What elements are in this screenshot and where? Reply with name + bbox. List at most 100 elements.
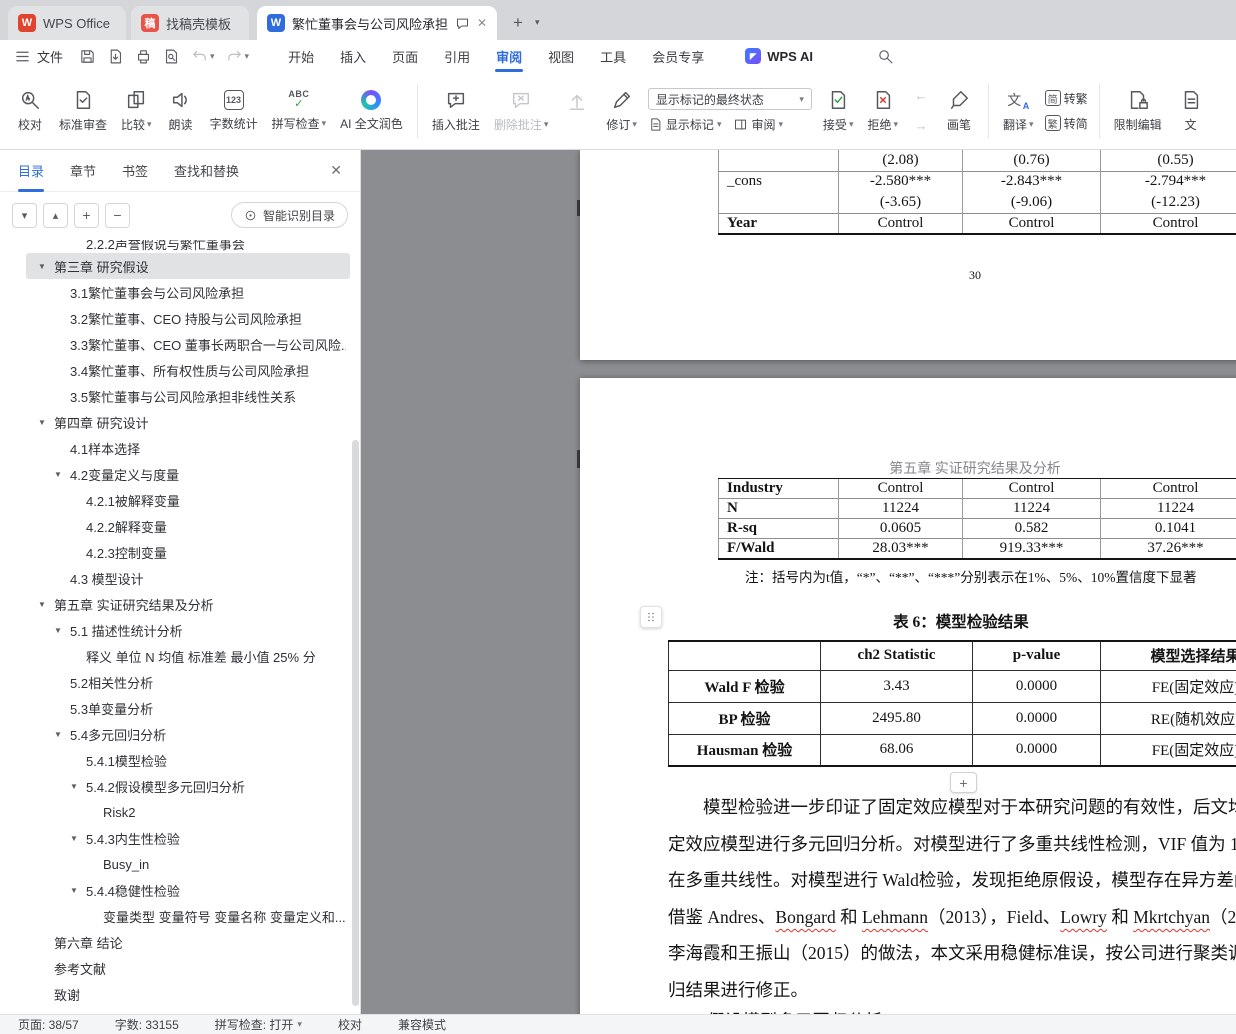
track-changes-button[interactable]: 修订 ▾ [599,78,644,144]
toc-expand-arrow-icon[interactable]: ▼ [38,418,54,427]
model-test-table[interactable]: ch2 Statistic p-value 模型选择结果 Wald F 检验 3.43… [668,640,1236,767]
toc-item[interactable]: 变量类型 变量符号 变量名称 变量定义和... [26,903,350,929]
redo-icon[interactable] [226,48,243,65]
sidebar-scrollbar-thumb[interactable] [352,440,359,1006]
toc-expand-arrow-icon[interactable]: ▼ [70,782,86,791]
toc-expand-arrow-icon[interactable]: ▼ [54,626,70,635]
toc-item[interactable]: 参考文献 [26,955,350,981]
menu-item-开始[interactable]: 开始 [275,40,327,72]
undo-chevron-icon[interactable]: ▾ [210,51,215,61]
regression-table-continued[interactable]: Industry Control Control Control N 11224 11224… [718,478,1236,560]
toc-item[interactable]: ▼ 第五章 实证研究结果及分析 [26,591,350,617]
tab-template-site[interactable]: 稿 找稿壳模板 [131,6,249,40]
toc-item[interactable]: Busy_in [26,851,350,877]
toc-item[interactable]: ▼ 5.4.4稳健性检验 [26,877,350,903]
regression-table-fragment[interactable]: (2.08) (0.76) (0.55) _cons -2.580*** -2.843**… [718,150,1236,235]
toc-expand-arrow-icon[interactable]: ▼ [70,834,86,843]
toc-item[interactable]: 5.3单变量分析 [26,695,350,721]
menu-item-审阅[interactable]: 审阅 [483,40,535,72]
table-drag-handle[interactable] [640,606,662,628]
previous-comment-button[interactable] [555,78,599,144]
toc-item[interactable]: 3.5繁忙董事与公司风险承担非线性关系 [26,383,350,409]
toc-expand-arrow-icon[interactable]: ▼ [54,730,70,739]
compare-button[interactable]: 比较 ▾ [114,78,159,144]
word-count-indicator[interactable]: 字数: 33155 [115,1016,179,1033]
zoom-in-button[interactable]: + [74,202,99,228]
undo-icon[interactable] [191,48,208,65]
zoom-out-button[interactable]: − [105,202,130,228]
smart-toc-button[interactable]: 智能识别目录 [230,202,348,228]
toc-item[interactable]: 释义 单位 N 均值 标准差 最小值 25% 分 [26,643,350,669]
spell-check-button[interactable]: ABC ✓ 拼写检查 ▾ [265,78,334,144]
print-icon[interactable] [135,48,152,65]
toc-item[interactable]: ▼ 5.4多元回归分析 [26,721,350,747]
sidebar-tab-查找和替换[interactable]: 查找和替换 [174,150,239,192]
menu-item-页面[interactable]: 页面 [379,40,431,72]
spell-check-status[interactable]: 拼写检查: 打开 ▾ [215,1016,302,1033]
comment-bubble-icon[interactable] [455,16,470,31]
standard-review-button[interactable]: 标准审查 [52,78,114,144]
file-menu-button[interactable]: 文件 [14,47,63,66]
toc-expand-arrow-icon[interactable]: ▼ [70,886,86,895]
proofread-button[interactable]: 校对 [8,78,52,144]
proofread-status[interactable]: 校对 [338,1016,362,1033]
toc-item[interactable]: 第六章 结论 [26,929,350,955]
toc-item[interactable]: ▼ 4.2变量定义与度量 [26,461,350,487]
toc-item[interactable]: 4.1样本选择 [26,435,350,461]
translate-button[interactable]: 文A 翻译 ▾ [996,78,1041,144]
document-page-30[interactable]: (2.08) (0.76) (0.55) _cons -2.580*** -2.843**… [580,150,1236,360]
page-indicator[interactable]: 页面: 38/57 [18,1016,79,1033]
toc-expand-arrow-icon[interactable]: ▼ [54,470,70,479]
tab-list-chevron-icon[interactable]: ▾ [535,17,540,28]
traditional-to-simplified-button[interactable]: 繁 转简 [1044,115,1088,132]
toc-item[interactable]: ▼ 第三章 研究假设 [26,253,350,279]
redo-chevron-icon[interactable]: ▾ [245,51,250,61]
search-icon[interactable] [877,48,894,65]
sidebar-tab-书签[interactable]: 书签 [122,150,148,192]
new-tab-button[interactable]: + [505,10,531,36]
toc-item[interactable]: 致谢 [26,981,350,1007]
delete-comment-button[interactable]: 删除批注 ▾ [487,78,556,144]
save-icon[interactable] [79,48,96,65]
tab-wps-home[interactable]: W WPS Office [8,6,126,40]
ink-brush-button[interactable]: 画笔 [937,78,981,144]
insert-comment-button[interactable]: 插入批注 [425,78,487,144]
expand-all-button[interactable]: ▴ [43,202,68,228]
accept-changes-button[interactable]: 接受 ▾ [816,78,861,144]
previous-change-button[interactable]: ← [909,85,933,107]
compatibility-mode-badge[interactable]: 兼容模式 [398,1016,446,1033]
toc-item[interactable]: 3.1繁忙董事会与公司风险承担 [26,279,350,305]
toc-item[interactable]: 5.2相关性分析 [26,669,350,695]
markup-state-dropdown[interactable]: 显示标记的最终状态 ▾ [647,88,812,110]
export-icon[interactable] [107,48,124,65]
toc-item[interactable]: 4.2.3控制变量 [26,539,350,565]
toc-item[interactable]: ▼ 5.4.3内生性检验 [26,825,350,851]
toc-item[interactable]: Risk2 [26,799,350,825]
read-aloud-button[interactable]: 朗读 [159,78,203,144]
ai-polish-button[interactable]: AI 全文润色 [333,78,410,144]
toc-item[interactable]: 5.4.1模型检验 [26,747,350,773]
toc-item[interactable]: ▼ 第四章 研究设计 [26,409,350,435]
toc-item[interactable]: 2.2.2声誉假说与繁忙董事会 [26,240,350,253]
print-preview-icon[interactable] [163,48,180,65]
clipped-ribbon-button[interactable]: 文 [1169,78,1213,144]
menu-item-视图[interactable]: 视图 [535,40,587,72]
toc-item[interactable]: 4.2.2解释变量 [26,513,350,539]
document-canvas[interactable]: (2.08) (0.76) (0.55) _cons -2.580*** -2.843**… [361,150,1236,1014]
collapse-all-button[interactable]: ▾ [12,202,37,228]
toc-item[interactable]: ▼ 5.1 描述性统计分析 [26,617,350,643]
sidebar-tab-目录[interactable]: 目录 [18,150,44,192]
next-change-button[interactable]: → [909,115,933,137]
toc-expand-arrow-icon[interactable]: ▼ [38,262,54,271]
word-count-button[interactable]: 123 字数统计 [203,78,265,144]
show-markup-button[interactable]: 显示标记 ▾ [648,116,721,133]
menu-item-引用[interactable]: 引用 [431,40,483,72]
sidebar-tab-章节[interactable]: 章节 [70,150,96,192]
restrict-editing-button[interactable]: 限制编辑 [1107,78,1169,144]
toc-item[interactable]: 4.3 模型设计 [26,565,350,591]
document-page-31[interactable]: 第五章 实证研究结果及分析 Industry Control Control Cont… [580,378,1236,1014]
close-sidebar-icon[interactable]: ✕ [330,162,342,179]
tab-document[interactable]: W 繁忙董事会与公司风险承担 硕 ✕ [257,6,497,40]
menu-item-工具[interactable]: 工具 [587,40,639,72]
simplified-to-traditional-button[interactable]: 简 转繁 [1044,90,1088,107]
